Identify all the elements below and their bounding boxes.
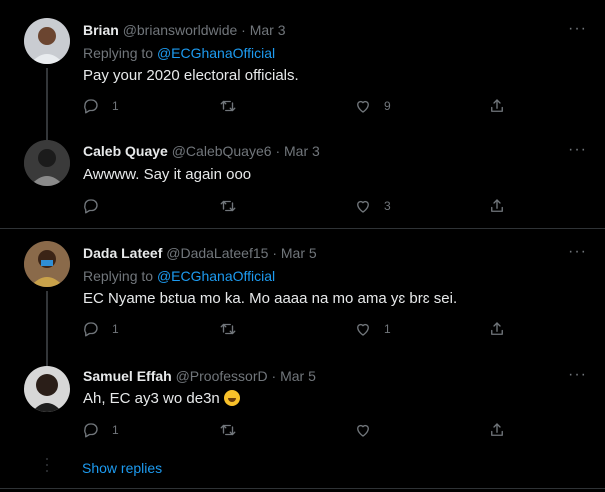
show-replies-link[interactable]: Show replies <box>82 460 162 476</box>
reply-button[interactable]: 1 <box>82 97 119 115</box>
reply-icon <box>84 199 98 214</box>
avatar-image-samuel <box>24 366 70 412</box>
replying-to-label: Replying to <box>83 268 157 284</box>
replying-to: Replying to @ECGhanaOfficial <box>83 268 275 284</box>
share-button[interactable] <box>488 97 506 115</box>
heart-icon <box>357 424 369 437</box>
avatar-image-dada <box>24 241 70 287</box>
thread-line <box>46 356 48 366</box>
reply-button[interactable] <box>82 197 112 215</box>
heart-icon <box>357 100 369 113</box>
thread-dots <box>45 458 49 476</box>
tweet-date[interactable]: · Mar 3 <box>275 143 319 159</box>
share-button[interactable] <box>488 320 506 338</box>
reply-icon <box>84 322 98 337</box>
tweet-header: Samuel Effah @ProofessorD · Mar 5 <box>83 368 316 384</box>
thread-line <box>46 291 48 356</box>
thread-line <box>46 130 48 140</box>
tweet-date[interactable]: · Mar 5 <box>272 245 316 261</box>
reply-button[interactable]: 1 <box>82 320 119 338</box>
more-options-button[interactable]: ··· <box>568 141 587 159</box>
tweet-text-content: Ah, EC ay3 wo de3n <box>83 390 220 407</box>
like-button[interactable] <box>354 421 384 439</box>
retweet-button[interactable] <box>219 421 249 439</box>
like-button[interactable]: 1 <box>354 320 391 338</box>
retweet-icon <box>220 100 236 112</box>
share-icon <box>491 199 503 212</box>
tweet-samuel[interactable]: Samuel Effah @ProofessorD · Mar 5 Ah, EC… <box>0 356 605 452</box>
tweet-text: Ah, EC ay3 wo de3n <box>83 390 240 407</box>
share-button[interactable] <box>488 421 506 439</box>
author-handle[interactable]: @CalebQuaye6 <box>172 143 272 159</box>
replying-to-label: Replying to <box>83 45 157 61</box>
avatar[interactable] <box>24 18 70 64</box>
reply-icon <box>84 99 98 114</box>
reply-button[interactable]: 1 <box>82 421 119 439</box>
avatar[interactable] <box>24 366 70 412</box>
author-name[interactable]: Caleb Quaye <box>83 143 168 159</box>
reply-count: 1 <box>112 423 119 437</box>
author-handle[interactable]: @DadaLateef15 <box>166 245 268 261</box>
avatar-image-brian <box>24 18 70 64</box>
retweet-icon <box>220 323 236 335</box>
author-name[interactable]: Dada Lateef <box>83 245 162 261</box>
retweet-button[interactable] <box>219 320 249 338</box>
avatar-image-caleb <box>24 140 70 186</box>
reply-count: 1 <box>112 322 119 336</box>
reply-icon <box>84 423 98 438</box>
tweet-dada[interactable]: Dada Lateef @DadaLateef15 · Mar 5 Replyi… <box>0 229 605 356</box>
share-icon <box>491 99 503 112</box>
like-count: 1 <box>384 322 391 336</box>
heart-icon <box>357 323 369 336</box>
heart-icon <box>357 200 369 213</box>
tweet-text: Pay your 2020 electoral officials. <box>83 67 299 84</box>
retweet-icon <box>220 424 236 436</box>
share-icon <box>491 322 503 335</box>
share-icon <box>491 423 503 436</box>
more-options-button[interactable]: ··· <box>568 243 587 261</box>
author-handle[interactable]: @ProofessorD <box>176 368 268 384</box>
retweet-button[interactable] <box>219 197 249 215</box>
like-button[interactable]: 9 <box>354 97 391 115</box>
tweet-text: EC Nyame bɛtua mo ka. Mo aaaa na mo ama … <box>83 290 458 307</box>
avatar[interactable] <box>24 140 70 186</box>
more-options-button[interactable]: ··· <box>568 20 587 38</box>
like-count: 9 <box>384 99 391 113</box>
like-button[interactable]: 3 <box>354 197 391 215</box>
mention-link[interactable]: @ECGhanaOfficial <box>157 45 275 61</box>
rofl-emoji-icon <box>223 390 240 406</box>
retweet-button[interactable] <box>219 97 249 115</box>
tweet-caleb[interactable]: Caleb Quaye @CalebQuaye6 · Mar 3 Awwww. … <box>0 130 605 228</box>
retweet-icon <box>220 200 236 212</box>
more-options-button[interactable]: ··· <box>568 366 587 384</box>
avatar[interactable] <box>24 241 70 287</box>
divider <box>0 488 605 489</box>
reply-count: 1 <box>112 99 119 113</box>
mention-link[interactable]: @ECGhanaOfficial <box>157 268 275 284</box>
tweet-header: Caleb Quaye @CalebQuaye6 · Mar 3 <box>83 143 320 159</box>
tweet-date[interactable]: · Mar 3 <box>241 22 285 38</box>
tweet-header: Dada Lateef @DadaLateef15 · Mar 5 <box>83 245 317 261</box>
author-name[interactable]: Brian <box>83 22 119 38</box>
author-handle[interactable]: @briansworldwide <box>123 22 238 38</box>
tweet-header: Brian @briansworldwide · Mar 3 <box>83 22 286 38</box>
tweet-date[interactable]: · Mar 5 <box>272 368 316 384</box>
thread-line <box>46 68 48 130</box>
tweet-brian[interactable]: Brian @briansworldwide · Mar 3 Replying … <box>0 0 605 130</box>
tweet-text: Awwww. Say it again ooo <box>83 166 252 183</box>
replying-to: Replying to @ECGhanaOfficial <box>83 45 275 61</box>
author-name[interactable]: Samuel Effah <box>83 368 172 384</box>
share-button[interactable] <box>488 197 506 215</box>
like-count: 3 <box>384 199 391 213</box>
